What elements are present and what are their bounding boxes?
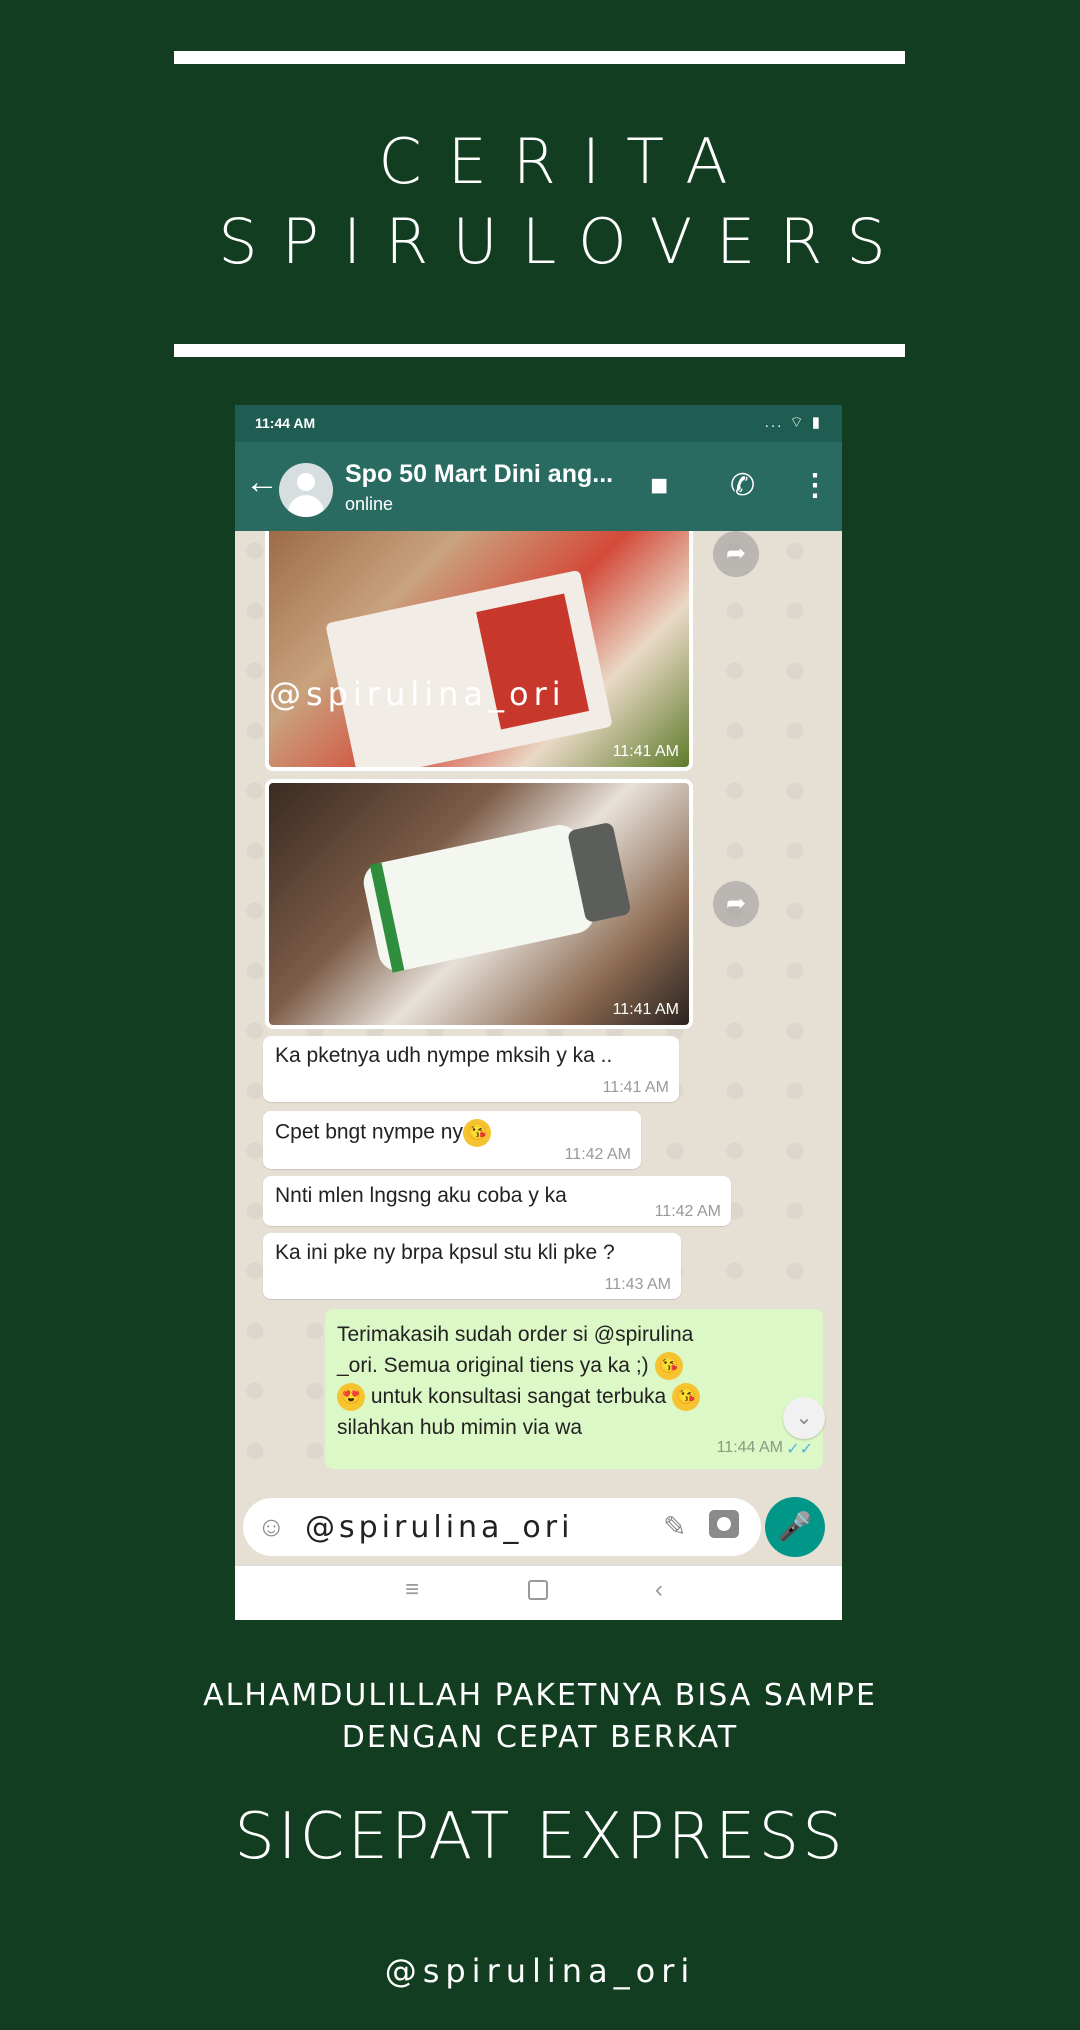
photo-message-bottle[interactable]: 11:41 AM [265, 779, 693, 1029]
android-nav-bar: ≡ ‹ [235, 1565, 842, 1620]
status-bar: 11:44 AM ... ⌔ ▮ [235, 405, 842, 442]
incoming-message[interactable]: Ka pketnya udh nympe mksih y ka .. 11:41… [263, 1036, 679, 1102]
kiss-emoji-icon: 😘 [672, 1383, 701, 1412]
title-line-2: SPIRULOVERS [218, 205, 910, 278]
status-time: 11:44 AM [255, 415, 316, 431]
nav-back-icon[interactable]: ‹ [655, 1576, 663, 1604]
title-line-1: CERITA [378, 125, 754, 198]
whatsapp-screenshot: 11:44 AM ... ⌔ ▮ ← Spo 50 Mart Dini ang.… [235, 405, 842, 1620]
package-photo-content [325, 569, 613, 767]
incoming-message[interactable]: Ka ini pke ny brpa kpsul stu kli pke ? 1… [263, 1233, 681, 1299]
chat-header: ← Spo 50 Mart Dini ang... online ■ ✆ ⋮ [235, 442, 842, 531]
top-divider [174, 51, 905, 64]
camera-icon[interactable] [709, 1510, 739, 1538]
message-time: 11:44 AM [716, 1439, 783, 1456]
forward-icon[interactable]: ➦ [713, 881, 759, 927]
attach-icon[interactable]: ✎ [663, 1510, 686, 1543]
message-line: _ori. Semua original tiens ya ka ;) [337, 1354, 649, 1377]
home-icon[interactable] [528, 1580, 548, 1600]
voice-call-icon[interactable]: ✆ [730, 470, 755, 502]
kiss-emoji-icon: 😘 [462, 1119, 491, 1147]
contact-avatar[interactable] [279, 463, 333, 517]
message-time: 11:42 AM [654, 1203, 721, 1220]
photo-timestamp: 11:41 AM [612, 1001, 679, 1018]
message-input-text[interactable]: @spirulina_ori [305, 1510, 573, 1545]
message-text: Nnti mlen lngsng aku coba y ka [275, 1184, 567, 1207]
bottom-divider [174, 344, 905, 357]
emoji-icon[interactable]: ☺ [257, 1512, 286, 1542]
forward-icon[interactable]: ➦ [713, 531, 759, 577]
message-composer: ☺ @spirulina_ori ✎ 🎤 [235, 1489, 842, 1565]
outgoing-message[interactable]: Terimakasih sudah order si @spirulina _o… [325, 1309, 823, 1469]
kiss-emoji-icon: 😘 [654, 1352, 683, 1381]
message-line: Terimakasih sudah order si @spirulina [337, 1323, 694, 1346]
photo-message-package[interactable]: @spirulina_ori 11:41 AM [265, 531, 693, 771]
status-icons: ... ⌔ ▮ [764, 414, 822, 431]
chat-area[interactable]: @spirulina_ori 11:41 AM ➦ 11:41 AM ➦ Ka … [235, 531, 842, 1489]
message-input[interactable]: ☺ @spirulina_ori ✎ [243, 1498, 761, 1556]
photo-timestamp: 11:41 AM [612, 743, 679, 760]
incoming-message[interactable]: Cpet bngt nympe ny 😘 11:42 AM [263, 1111, 641, 1169]
courier-headline: SICEPAT EXPRESS [234, 1800, 846, 1874]
contact-name[interactable]: Spo 50 Mart Dini ang... [345, 460, 613, 489]
message-text: Cpet bngt nympe ny [275, 1120, 463, 1144]
message-time: 11:43 AM [604, 1276, 671, 1293]
brand-handle: @spirulina_ori [384, 1952, 696, 1990]
mic-button[interactable]: 🎤 [765, 1497, 825, 1557]
message-time: 11:41 AM [602, 1079, 669, 1096]
avatar-body-shape [288, 495, 324, 517]
message-text: Ka pketnya udh nympe mksih y ka .. [275, 1044, 613, 1067]
message-time: 11:42 AM [564, 1146, 631, 1163]
incoming-message[interactable]: Nnti mlen lngsng aku coba y ka 11:42 AM [263, 1176, 731, 1226]
recents-icon[interactable]: ≡ [405, 1576, 419, 1604]
avatar-head-shape [297, 473, 315, 491]
more-options-icon[interactable]: ⋮ [800, 470, 830, 502]
caption-line-2: DENGAN CEPAT BERKAT [341, 1720, 739, 1755]
caption-line-1: ALHAMDULILLAH PAKETNYA BISA SAMPE [203, 1678, 877, 1713]
message-line: untuk konsultasi sangat terbuka [370, 1385, 667, 1408]
heart-eyes-emoji-icon: 😍 [337, 1383, 365, 1412]
message-text: Ka ini pke ny brpa kpsul stu kli pke ? [275, 1241, 615, 1264]
contact-status: online [345, 494, 394, 514]
spirulina-bottle-photo-content [359, 821, 632, 975]
back-arrow-icon[interactable]: ← [245, 464, 279, 500]
photo-watermark: @spirulina_ori [269, 675, 566, 713]
video-call-icon[interactable]: ■ [650, 470, 668, 502]
scroll-down-icon[interactable]: ⌄ [783, 1397, 825, 1439]
